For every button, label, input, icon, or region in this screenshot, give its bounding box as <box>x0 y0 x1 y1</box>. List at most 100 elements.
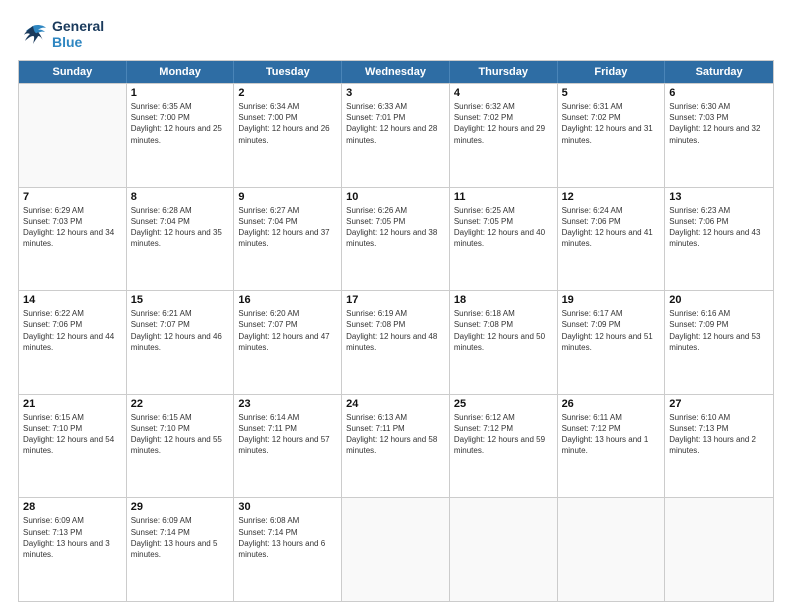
calendar-cell: 18Sunrise: 6:18 AMSunset: 7:08 PMDayligh… <box>450 291 558 394</box>
day-number: 27 <box>669 398 769 410</box>
day-number: 23 <box>238 398 337 410</box>
calendar-cell <box>450 498 558 601</box>
calendar-cell: 5 Sunrise: 6:31 AMSunset: 7:02 PMDaylight… <box>558 84 666 187</box>
calendar-cell: 28 Sunrise: 6:09 AMSunset: 7:13 PMDayligh… <box>19 498 127 601</box>
day-number: 22 <box>131 398 230 410</box>
day-info: Sunrise: 6:12 AMSunset: 7:12 PMDaylight:… <box>454 412 553 457</box>
calendar-cell: 4 Sunrise: 6:32 AMSunset: 7:02 PMDaylight… <box>450 84 558 187</box>
day-number: 26 <box>562 398 661 410</box>
day-number: 9 <box>238 191 337 203</box>
day-info: Sunrise: 6:24 AMSunset: 7:06 PMDaylight:… <box>562 205 661 250</box>
calendar-cell: 11Sunrise: 6:25 AMSunset: 7:05 PMDayligh… <box>450 188 558 291</box>
day-info: Sunrise: 6:08 AMSunset: 7:14 PMDaylight:… <box>238 515 337 560</box>
day-info: Sunrise: 6:14 AMSunset: 7:11 PMDaylight:… <box>238 412 337 457</box>
calendar-header: SundayMondayTuesdayWednesdayThursdayFrid… <box>19 61 773 83</box>
calendar-cell: 23 Sunrise: 6:14 AMSunset: 7:11 PMDayligh… <box>234 395 342 498</box>
day-number: 13 <box>669 191 769 203</box>
day-number: 21 <box>23 398 122 410</box>
calendar-row: 21 Sunrise: 6:15 AMSunset: 7:10 PMDayligh… <box>19 394 773 498</box>
header-cell-tuesday: Tuesday <box>234 61 342 83</box>
day-number: 29 <box>131 501 230 513</box>
calendar-cell: 30 Sunrise: 6:08 AMSunset: 7:14 PMDayligh… <box>234 498 342 601</box>
day-info: Sunrise: 6:33 AMSunset: 7:01 PMDaylight:… <box>346 101 445 146</box>
day-info: Sunrise: 6:28 AMSunset: 7:04 PMDaylight:… <box>131 205 230 250</box>
calendar-cell: 10Sunrise: 6:26 AMSunset: 7:05 PMDayligh… <box>342 188 450 291</box>
day-info: Sunrise: 6:18 AMSunset: 7:08 PMDaylight:… <box>454 308 553 353</box>
logo-text: General Blue <box>52 18 104 50</box>
day-number: 19 <box>562 294 661 306</box>
day-number: 16 <box>238 294 337 306</box>
calendar-cell: 3 Sunrise: 6:33 AMSunset: 7:01 PMDaylight… <box>342 84 450 187</box>
calendar-cell: 8 Sunrise: 6:28 AMSunset: 7:04 PMDaylight… <box>127 188 235 291</box>
day-number: 7 <box>23 191 122 203</box>
day-number: 20 <box>669 294 769 306</box>
day-info: Sunrise: 6:20 AMSunset: 7:07 PMDaylight:… <box>238 308 337 353</box>
calendar-cell: 17 Sunrise: 6:19 AMSunset: 7:08 PMDayligh… <box>342 291 450 394</box>
logo: General Blue <box>18 18 104 50</box>
day-info: Sunrise: 6:10 AMSunset: 7:13 PMDaylight:… <box>669 412 769 457</box>
header-cell-wednesday: Wednesday <box>342 61 450 83</box>
day-number: 24 <box>346 398 445 410</box>
header-cell-friday: Friday <box>558 61 666 83</box>
day-info: Sunrise: 6:09 AMSunset: 7:13 PMDaylight:… <box>23 515 122 560</box>
calendar-page: General Blue SundayMondayTuesdayWednesda… <box>0 0 792 612</box>
header-cell-monday: Monday <box>127 61 235 83</box>
day-info: Sunrise: 6:34 AMSunset: 7:00 PMDaylight:… <box>238 101 337 146</box>
day-info: Sunrise: 6:25 AMSunset: 7:05 PMDaylight:… <box>454 205 553 250</box>
day-info: Sunrise: 6:21 AMSunset: 7:07 PMDaylight:… <box>131 308 230 353</box>
calendar-cell <box>558 498 666 601</box>
day-info: Sunrise: 6:23 AMSunset: 7:06 PMDaylight:… <box>669 205 769 250</box>
calendar-cell: 21Sunrise: 6:15 AMSunset: 7:10 PMDayligh… <box>19 395 127 498</box>
day-info: Sunrise: 6:22 AMSunset: 7:06 PMDaylight:… <box>23 308 122 353</box>
day-info: Sunrise: 6:31 AMSunset: 7:02 PMDaylight:… <box>562 101 661 146</box>
header-cell-saturday: Saturday <box>665 61 773 83</box>
calendar-cell: 16 Sunrise: 6:20 AMSunset: 7:07 PMDayligh… <box>234 291 342 394</box>
day-info: Sunrise: 6:16 AMSunset: 7:09 PMDaylight:… <box>669 308 769 353</box>
day-number: 17 <box>346 294 445 306</box>
day-number: 28 <box>23 501 122 513</box>
day-info: Sunrise: 6:13 AMSunset: 7:11 PMDaylight:… <box>346 412 445 457</box>
calendar-row: 1Sunrise: 6:35 AMSunset: 7:00 PMDaylight… <box>19 83 773 187</box>
day-info: Sunrise: 6:17 AMSunset: 7:09 PMDaylight:… <box>562 308 661 353</box>
calendar-cell <box>665 498 773 601</box>
day-info: Sunrise: 6:32 AMSunset: 7:02 PMDaylight:… <box>454 101 553 146</box>
calendar-cell: 27 Sunrise: 6:10 AMSunset: 7:13 PMDayligh… <box>665 395 773 498</box>
calendar-cell: 13 Sunrise: 6:23 AMSunset: 7:06 PMDayligh… <box>665 188 773 291</box>
day-number: 3 <box>346 87 445 99</box>
calendar-row: 28 Sunrise: 6:09 AMSunset: 7:13 PMDayligh… <box>19 497 773 601</box>
calendar-cell <box>342 498 450 601</box>
calendar-cell: 2 Sunrise: 6:34 AMSunset: 7:00 PMDaylight… <box>234 84 342 187</box>
page-header: General Blue <box>18 18 774 50</box>
day-info: Sunrise: 6:11 AMSunset: 7:12 PMDaylight:… <box>562 412 661 457</box>
day-number: 2 <box>238 87 337 99</box>
calendar-cell: 25 Sunrise: 6:12 AMSunset: 7:12 PMDayligh… <box>450 395 558 498</box>
day-info: Sunrise: 6:27 AMSunset: 7:04 PMDaylight:… <box>238 205 337 250</box>
day-number: 30 <box>238 501 337 513</box>
header-cell-sunday: Sunday <box>19 61 127 83</box>
calendar-cell <box>19 84 127 187</box>
calendar-cell: 26 Sunrise: 6:11 AMSunset: 7:12 PMDayligh… <box>558 395 666 498</box>
calendar-cell: 14Sunrise: 6:22 AMSunset: 7:06 PMDayligh… <box>19 291 127 394</box>
calendar: SundayMondayTuesdayWednesdayThursdayFrid… <box>18 60 774 602</box>
day-info: Sunrise: 6:19 AMSunset: 7:08 PMDaylight:… <box>346 308 445 353</box>
day-number: 4 <box>454 87 553 99</box>
calendar-cell: 7Sunrise: 6:29 AMSunset: 7:03 PMDaylight… <box>19 188 127 291</box>
calendar-cell: 12 Sunrise: 6:24 AMSunset: 7:06 PMDayligh… <box>558 188 666 291</box>
calendar-row: 7Sunrise: 6:29 AMSunset: 7:03 PMDaylight… <box>19 187 773 291</box>
day-number: 5 <box>562 87 661 99</box>
day-info: Sunrise: 6:09 AMSunset: 7:14 PMDaylight:… <box>131 515 230 560</box>
day-number: 1 <box>131 87 230 99</box>
calendar-cell: 1Sunrise: 6:35 AMSunset: 7:00 PMDaylight… <box>127 84 235 187</box>
logo-icon <box>18 22 48 46</box>
day-number: 10 <box>346 191 445 203</box>
calendar-row: 14Sunrise: 6:22 AMSunset: 7:06 PMDayligh… <box>19 290 773 394</box>
day-number: 8 <box>131 191 230 203</box>
calendar-cell: 6Sunrise: 6:30 AMSunset: 7:03 PMDaylight… <box>665 84 773 187</box>
calendar-cell: 20 Sunrise: 6:16 AMSunset: 7:09 PMDayligh… <box>665 291 773 394</box>
day-number: 25 <box>454 398 553 410</box>
header-cell-thursday: Thursday <box>450 61 558 83</box>
calendar-cell: 9 Sunrise: 6:27 AMSunset: 7:04 PMDaylight… <box>234 188 342 291</box>
day-number: 12 <box>562 191 661 203</box>
calendar-body: 1Sunrise: 6:35 AMSunset: 7:00 PMDaylight… <box>19 83 773 601</box>
day-info: Sunrise: 6:15 AMSunset: 7:10 PMDaylight:… <box>131 412 230 457</box>
